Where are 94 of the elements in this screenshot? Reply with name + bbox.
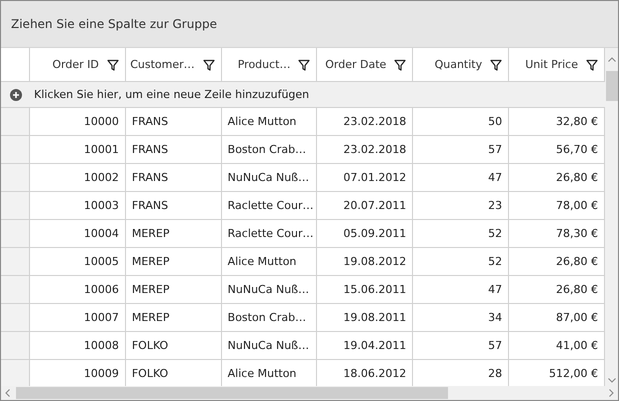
filter-icon[interactable]: [490, 58, 502, 70]
new-row-bar[interactable]: Klicken Sie hier, um eine neue Zeile hinzuzufügen: [1, 82, 605, 108]
table-cell: 10008: [84, 339, 119, 352]
group-panel[interactable]: Ziehen Sie eine Spalte zur Gruppe: [1, 1, 618, 48]
filter-icon[interactable]: [202, 58, 215, 70]
table-cell: 78,00 €: [556, 199, 598, 212]
row-indicator[interactable]: [1, 192, 30, 219]
column-header[interactable]: Order ID: [30, 48, 126, 81]
table-cell: Alice Mutton: [228, 115, 296, 128]
table-cell: 05.09.2011: [343, 227, 406, 240]
scroll-up-icon[interactable]: [608, 57, 616, 62]
row-indicator[interactable]: [1, 248, 30, 275]
table-cell: 52: [488, 255, 502, 268]
table-cell: 47: [488, 283, 502, 296]
table-cell: 10007: [84, 311, 119, 324]
scroll-thumb[interactable]: [16, 387, 448, 399]
row-indicator[interactable]: [1, 304, 30, 331]
table-cell: 10001: [84, 143, 119, 156]
filter-icon[interactable]: [298, 58, 310, 70]
table-cell: 10006: [84, 283, 119, 296]
column-header[interactable]: Customer…: [126, 48, 222, 81]
row-indicator[interactable]: [1, 136, 30, 163]
table-cell: 26,80 €: [556, 255, 598, 268]
table-cell: FRANS: [132, 171, 168, 184]
vertical-scrollbar[interactable]: [605, 48, 618, 386]
table-cell: 512,00 €: [548, 367, 598, 380]
table-cell: 41,00 €: [556, 339, 598, 352]
table-cell: MEREP: [132, 311, 170, 324]
table-cell: MEREP: [132, 227, 170, 240]
table-cell: Alice Mutton: [228, 255, 296, 268]
row-indicator[interactable]: [1, 276, 30, 303]
table-cell: 78,30 €: [556, 227, 598, 240]
table-cell: 19.04.2011: [343, 339, 406, 352]
table-cell: 18.06.2012: [343, 367, 406, 380]
table-cell: 10000: [84, 115, 119, 128]
table-cell: 52: [488, 227, 502, 240]
table-cell: 10004: [84, 227, 119, 240]
table-cell: 07.01.2012: [343, 171, 406, 184]
table-cell: 57: [488, 339, 502, 352]
table-cell: 23.02.2018: [343, 115, 406, 128]
table-cell: Raclette Cour…: [228, 199, 314, 212]
row-indicator[interactable]: [1, 360, 30, 386]
table-cell: Boston Crab…: [228, 311, 306, 324]
table-cell: 23.02.2018: [343, 143, 406, 156]
scroll-down-icon[interactable]: [608, 378, 616, 383]
new-row-prompt: Klicken Sie hier, um eine neue Zeile hinzuzufügen: [34, 88, 310, 101]
horizontal-scrollbar[interactable]: [1, 386, 618, 400]
row-indicator[interactable]: [1, 108, 30, 135]
table-cell: FOLKO: [132, 339, 168, 352]
table-cell: 10005: [84, 255, 119, 268]
table-cell: 19.08.2012: [343, 255, 406, 268]
table-cell: 23: [488, 199, 502, 212]
table-cell: NuNuCa Nuß…: [228, 283, 310, 296]
table-cell: MEREP: [132, 255, 170, 268]
table-cell: NuNuCa Nuß…: [228, 171, 310, 184]
table-cell: FOLKO: [132, 367, 168, 380]
table-cell: 87,00 €: [556, 311, 598, 324]
scroll-thumb[interactable]: [606, 71, 618, 101]
table-cell: Raclette Cour…: [228, 227, 314, 240]
column-header[interactable]: Quantity: [413, 48, 510, 81]
table-cell: Alice Mutton: [228, 367, 296, 380]
filter-icon[interactable]: [106, 58, 119, 70]
table-cell: 19.08.2011: [343, 311, 406, 324]
table-cell: 26,80 €: [556, 171, 598, 184]
table-cell: 56,70 €: [556, 143, 598, 156]
scroll-left-icon[interactable]: [5, 389, 10, 397]
filter-icon[interactable]: [586, 58, 598, 70]
table-cell: 34: [488, 311, 502, 324]
table-cell: FRANS: [132, 115, 168, 128]
table-cell: 50: [488, 115, 502, 128]
table-cell: 10009: [84, 367, 119, 380]
column-header[interactable]: Product…: [222, 48, 318, 81]
table-cell: 57: [488, 143, 502, 156]
plus-icon[interactable]: [10, 88, 22, 100]
row-indicator[interactable]: [1, 164, 30, 191]
table-cell: 10003: [84, 199, 119, 212]
table-cell: 15.06.2011: [343, 283, 406, 296]
scroll-right-icon[interactable]: [609, 389, 614, 397]
table-cell: FRANS: [132, 199, 168, 212]
row-indicator[interactable]: [1, 220, 30, 247]
table-cell: 10002: [84, 171, 119, 184]
table-cell: 47: [488, 171, 502, 184]
filter-icon[interactable]: [394, 58, 406, 70]
table-cell: 26,80 €: [556, 283, 598, 296]
table-cell: 20.07.2011: [343, 199, 406, 212]
table-cell: MEREP: [132, 283, 170, 296]
table-cell: 32,80 €: [556, 115, 598, 128]
table-cell: 28: [488, 367, 502, 380]
column-header[interactable]: Order Date: [317, 48, 414, 81]
table-cell: NuNuCa Nuß…: [228, 339, 310, 352]
row-indicator[interactable]: [1, 332, 30, 359]
table-cell: FRANS: [132, 143, 168, 156]
table-cell: Boston Crab…: [228, 143, 306, 156]
group-panel-hint: Ziehen Sie eine Spalte zur Gruppe: [11, 17, 217, 31]
